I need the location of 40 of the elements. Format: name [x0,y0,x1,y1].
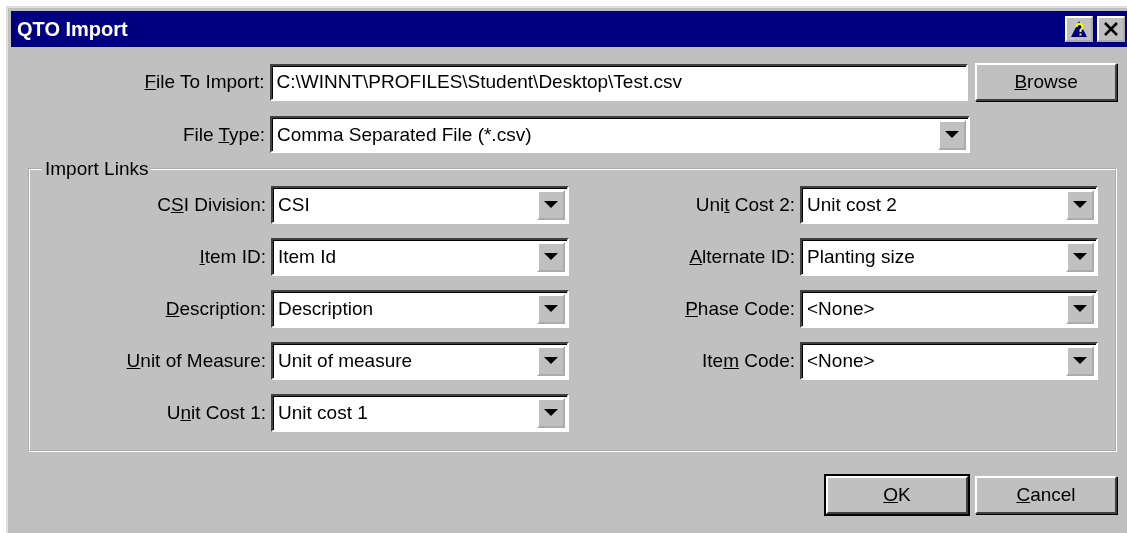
dropdown-arrow-icon [1073,201,1087,209]
field-label: Alternate ID: [688,246,795,268]
dropdown-arrow-icon [544,201,558,209]
field-label: Item ID: [198,246,266,268]
close-button[interactable] [1097,16,1125,42]
dropdown[interactable]: Comma Separated File (*.csv) [270,116,970,153]
input-field[interactable]: C:\WINNT\PROFILES\Student\Desktop\Test.csv [269,63,969,101]
dropdown[interactable]: Item Id [271,238,569,276]
field-label: Unit Cost 1: [165,402,266,424]
field-label: File Type: [181,123,265,146]
dialog-button[interactable]: Cancel [975,476,1117,514]
dropdown[interactable]: Planting size [800,238,1098,276]
field-label: Item Code: [701,350,795,372]
dropdown-arrow-icon [1073,357,1087,365]
dropdown-arrow-icon [544,253,558,261]
dropdown[interactable]: <None> [800,342,1098,380]
field-label: Unit Cost 2: [694,194,795,216]
window-title: QTO Import [17,17,128,41]
dropdown[interactable]: Unit cost 1 [271,394,569,432]
dropdown[interactable]: <None> [800,290,1098,328]
close-icon [1102,20,1120,38]
field-label: Unit of Measure: [125,350,266,372]
dropdown-arrow-icon [1073,305,1087,313]
dropdown-arrow-icon [544,357,558,365]
dropdown-arrow-icon [1073,253,1087,261]
dropdown-arrow-icon [945,130,959,139]
dropdown[interactable]: CSI [271,186,569,224]
field-label: Description: [164,298,266,320]
help-button[interactable] [1065,16,1093,42]
dropdown[interactable]: Description [271,290,569,328]
field-label: Phase Code: [684,298,795,320]
dropdown-arrow-icon [544,305,558,313]
field-label: File To Import: [143,71,265,93]
browse-button[interactable]: Browse [975,63,1117,101]
dropdown[interactable]: Unit of measure [271,342,569,380]
help-icon [1068,19,1090,39]
dropdown[interactable]: Unit cost 2 [800,186,1098,224]
dialog-button[interactable]: OK [826,476,968,514]
field-label: CSI Division: [156,194,266,216]
dropdown-arrow-icon [544,409,558,417]
